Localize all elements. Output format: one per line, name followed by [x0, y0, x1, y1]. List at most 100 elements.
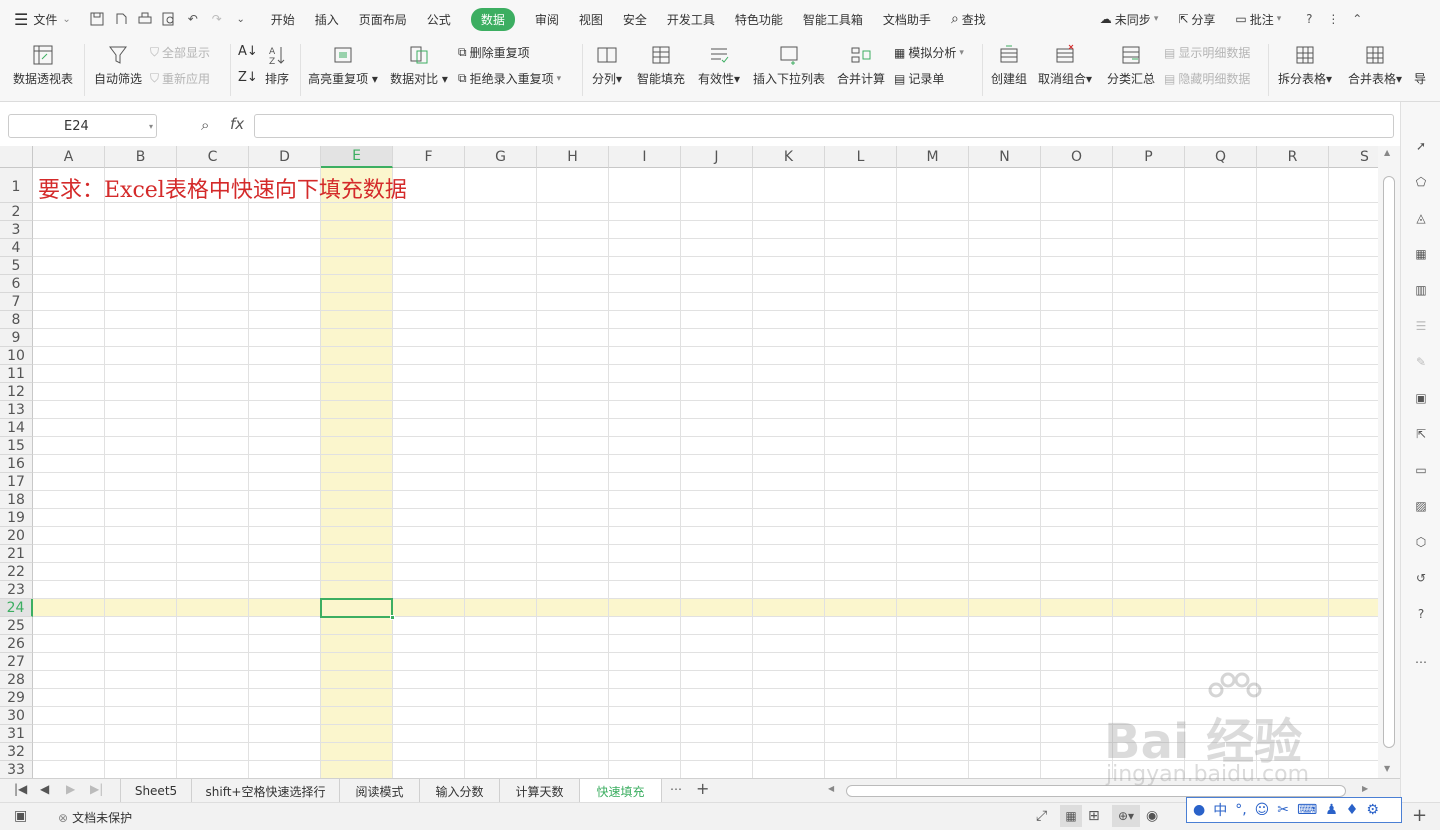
- row-header-21[interactable]: 21: [0, 545, 33, 563]
- scroll-left-icon[interactable]: ◀: [828, 784, 834, 793]
- row-header-25[interactable]: 25: [0, 617, 33, 635]
- shield-icon[interactable]: ⬡: [1411, 532, 1431, 552]
- record-form-button[interactable]: ▤ 记录单: [894, 70, 944, 87]
- row-header-22[interactable]: 22: [0, 563, 33, 581]
- column-header-n[interactable]: N: [969, 146, 1041, 168]
- help-circle-icon[interactable]: ?: [1411, 604, 1431, 624]
- delete-duplicates-button[interactable]: ⧉ 删除重复项: [458, 44, 530, 61]
- settings-sliders-icon[interactable]: ☰: [1411, 316, 1431, 336]
- column-header-i[interactable]: I: [609, 146, 681, 168]
- column-header-p[interactable]: P: [1113, 146, 1185, 168]
- prev-sheet-icon[interactable]: ◀: [40, 782, 49, 796]
- history-icon[interactable]: ↺: [1411, 568, 1431, 588]
- row-header-9[interactable]: 9: [0, 329, 33, 347]
- tab-smart-toolbox[interactable]: 智能工具箱: [793, 0, 873, 38]
- sheet-tab-quick-fill[interactable]: 快速填充: [580, 779, 662, 803]
- row-header-2[interactable]: 2: [0, 203, 33, 221]
- reject-duplicates-button[interactable]: ⧉ 拒绝录入重复项 ▾: [458, 70, 561, 87]
- archive-icon[interactable]: ▭: [1411, 460, 1431, 480]
- add-sheet-icon[interactable]: +: [696, 779, 709, 798]
- tab-security[interactable]: 安全: [613, 0, 657, 38]
- row-header-26[interactable]: 26: [0, 635, 33, 653]
- reading-view-icon[interactable]: ⊕▾: [1112, 805, 1140, 827]
- column-header-h[interactable]: H: [537, 146, 609, 168]
- column-header-m[interactable]: M: [897, 146, 969, 168]
- row-header-4[interactable]: 4: [0, 239, 33, 257]
- tab-formula[interactable]: 公式: [417, 0, 461, 38]
- row-header-28[interactable]: 28: [0, 671, 33, 689]
- macro-icon[interactable]: ▣: [14, 808, 27, 824]
- style-icon[interactable]: ◬: [1411, 208, 1431, 228]
- row-header-16[interactable]: 16: [0, 455, 33, 473]
- row-header-10[interactable]: 10: [0, 347, 33, 365]
- validation-button[interactable]: 有效性▾: [696, 40, 742, 87]
- shapes-icon[interactable]: ⬠: [1411, 172, 1431, 192]
- merge-table-button[interactable]: 合并表格▾: [1346, 40, 1404, 87]
- more-sheets-icon[interactable]: ⋯: [670, 782, 682, 796]
- row-header-24[interactable]: 24: [0, 599, 33, 617]
- column-header-q[interactable]: Q: [1185, 146, 1257, 168]
- row-header-6[interactable]: 6: [0, 275, 33, 293]
- row-header-8[interactable]: 8: [0, 311, 33, 329]
- pivot-table-button[interactable]: 数据透视表: [12, 40, 74, 87]
- tab-view[interactable]: 视图: [569, 0, 613, 38]
- column-header-g[interactable]: G: [465, 146, 537, 168]
- tab-start[interactable]: 开始: [261, 0, 305, 38]
- sheet-tab-fractions[interactable]: 输入分数: [420, 779, 500, 803]
- row-header-29[interactable]: 29: [0, 689, 33, 707]
- column-header-k[interactable]: K: [753, 146, 825, 168]
- edit-icon[interactable]: ✎: [1411, 352, 1431, 372]
- ungroup-button[interactable]: 取消组合▾: [1036, 40, 1094, 87]
- column-header-s[interactable]: S: [1329, 146, 1378, 168]
- formula-input[interactable]: [254, 114, 1394, 138]
- last-sheet-icon[interactable]: ▶|: [90, 782, 103, 796]
- sort-asc-button[interactable]: A↓: [238, 44, 258, 59]
- column-header-d[interactable]: D: [249, 146, 321, 168]
- row-header-17[interactable]: 17: [0, 473, 33, 491]
- row-header-1[interactable]: 1: [0, 168, 33, 203]
- page-break-view-icon[interactable]: ⊞: [1088, 808, 1100, 824]
- row-header-14[interactable]: 14: [0, 419, 33, 437]
- sort-desc-button[interactable]: Z↓: [238, 70, 258, 85]
- column-header-f[interactable]: F: [393, 146, 465, 168]
- text-to-columns-button[interactable]: 分列▾: [590, 40, 624, 87]
- name-box[interactable]: E24 ▾: [8, 114, 157, 138]
- column-header-e[interactable]: E: [321, 146, 393, 168]
- next-sheet-icon[interactable]: ▶: [66, 782, 75, 796]
- export-icon[interactable]: [109, 7, 133, 31]
- insert-dropdown-button[interactable]: 插入下拉列表: [752, 40, 826, 87]
- column-header-a[interactable]: A: [33, 146, 105, 168]
- fx-icon[interactable]: fx: [230, 115, 244, 133]
- row-header-15[interactable]: 15: [0, 437, 33, 455]
- hide-detail-button[interactable]: ▤ 隐藏明细数据: [1164, 70, 1250, 87]
- column-header-r[interactable]: R: [1257, 146, 1329, 168]
- show-detail-button[interactable]: ▤ 显示明细数据: [1164, 44, 1250, 61]
- normal-view-icon[interactable]: ▦: [1060, 805, 1082, 827]
- export-share-icon[interactable]: ⇱: [1411, 424, 1431, 444]
- active-cell-e24[interactable]: [320, 598, 395, 620]
- chart-icon[interactable]: ▥: [1411, 280, 1431, 300]
- collapse-ribbon-icon[interactable]: ⌃: [1345, 7, 1369, 31]
- reapply-button[interactable]: ⛉ 重新应用: [150, 70, 210, 87]
- row-header-12[interactable]: 12: [0, 383, 33, 401]
- row-header-33[interactable]: 33: [0, 761, 33, 778]
- highlight-duplicates-button[interactable]: 高亮重复项 ▾: [308, 40, 378, 87]
- column-header-b[interactable]: B: [105, 146, 177, 168]
- row-header-3[interactable]: 3: [0, 221, 33, 239]
- row-header-31[interactable]: 31: [0, 725, 33, 743]
- zoom-in-icon[interactable]: +: [1412, 805, 1427, 826]
- image-icon[interactable]: ▨: [1411, 496, 1431, 516]
- select-all-corner[interactable]: [0, 146, 33, 168]
- help-icon[interactable]: ?: [1297, 7, 1321, 31]
- tab-data[interactable]: 数据: [461, 0, 525, 38]
- print-preview-icon[interactable]: [157, 7, 181, 31]
- tab-page-layout[interactable]: 页面布局: [349, 0, 417, 38]
- consolidate-button[interactable]: 合并计算: [836, 40, 886, 87]
- split-table-button[interactable]: 拆分表格▾: [1276, 40, 1334, 87]
- tab-features[interactable]: 特色功能: [725, 0, 793, 38]
- autofilter-button[interactable]: 自动筛选: [92, 40, 144, 87]
- more-dots-icon[interactable]: ⋯: [1411, 652, 1431, 672]
- row-header-27[interactable]: 27: [0, 653, 33, 671]
- row-header-13[interactable]: 13: [0, 401, 33, 419]
- tab-developer[interactable]: 开发工具: [657, 0, 725, 38]
